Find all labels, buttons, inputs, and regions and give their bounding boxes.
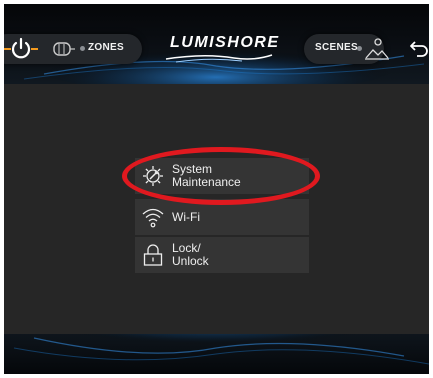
zones-light-icon[interactable] — [51, 41, 77, 57]
wifi-label: Wi-Fi — [172, 210, 200, 224]
bottom-bar — [4, 318, 429, 374]
logo-swoosh-graphic — [165, 54, 273, 63]
system-maintenance-button[interactable]: System Maintenance — [135, 158, 309, 194]
lock-unlock-label: Lock/ Unlock — [172, 241, 209, 268]
top-bar: ZONES LUMISHORE SCENES — [4, 4, 429, 84]
wifi-icon — [142, 208, 164, 228]
lock-icon — [143, 244, 163, 266]
scenes-landscape-icon[interactable] — [364, 37, 390, 61]
scenes-indicator-dot — [357, 46, 362, 51]
zones-indicator-dot — [80, 46, 85, 51]
wrench-gear-icon — [143, 166, 163, 186]
lumishore-logo: LUMISHORE — [170, 34, 280, 51]
wifi-button[interactable]: Wi-Fi — [135, 199, 309, 235]
lock-unlock-button[interactable]: Lock/ Unlock — [135, 237, 309, 273]
back-arrow-icon[interactable] — [409, 39, 429, 59]
app-screen: ZONES LUMISHORE SCENES System Maintenanc… — [4, 4, 429, 374]
power-icon[interactable] — [4, 37, 38, 61]
footer-glow-graphic — [13, 318, 429, 365]
system-maintenance-label: System Maintenance — [172, 162, 241, 189]
scenes-label[interactable]: SCENES — [315, 42, 358, 53]
zones-label[interactable]: ZONES — [88, 42, 124, 53]
